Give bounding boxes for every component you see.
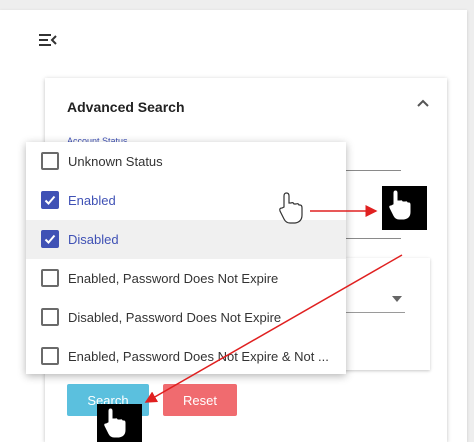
annotation-arrow <box>144 254 403 403</box>
hand-cursor-icon <box>388 189 412 221</box>
annotation-layer <box>103 189 412 439</box>
hand-cursor-icon <box>279 192 303 224</box>
hand-cursor-icon <box>103 407 127 439</box>
